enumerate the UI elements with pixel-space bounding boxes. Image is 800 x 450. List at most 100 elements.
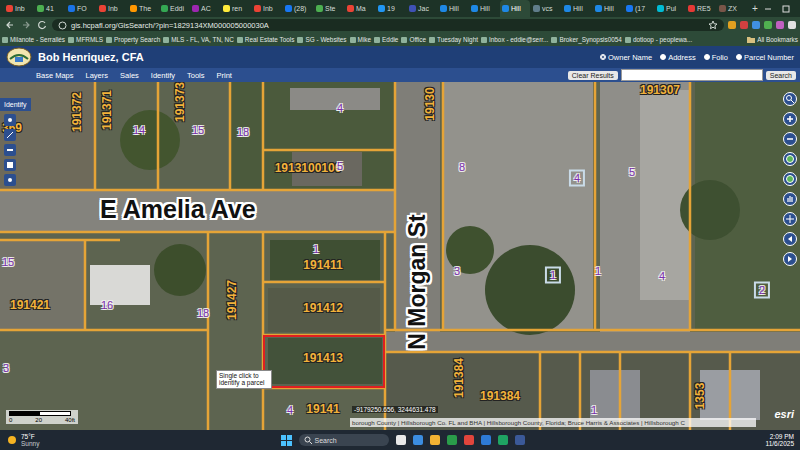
- browser-tab[interactable]: Hill: [469, 0, 499, 17]
- parcel-label[interactable]: 3: [3, 363, 9, 374]
- parcel-label[interactable]: 191384: [453, 358, 465, 398]
- address-bar[interactable]: gis.hcpafl.org/GisSearch/?pin=1829134XM0…: [52, 19, 724, 31]
- browser-tab[interactable]: 41: [35, 0, 65, 17]
- bookmark[interactable]: Eddie: [374, 36, 398, 43]
- extension-icon[interactable]: [776, 21, 784, 29]
- parcel-label[interactable]: 15: [192, 125, 204, 136]
- map-tool-button[interactable]: [783, 232, 797, 246]
- bookmark[interactable]: Broker_Synopsis0054: [551, 36, 622, 43]
- bookmark[interactable]: SG - Websites: [297, 36, 346, 43]
- weather-widget[interactable]: 75°F Sunny: [6, 433, 39, 447]
- clock[interactable]: 2:09 PM 11/6/2025: [766, 433, 794, 447]
- parcel-label[interactable]: 191384: [480, 390, 520, 402]
- windows-start-icon[interactable]: [281, 435, 292, 446]
- parcel-label[interactable]: 1: [313, 244, 319, 255]
- parcel-label[interactable]: 18: [237, 127, 249, 138]
- search-button[interactable]: Search: [766, 71, 796, 80]
- parcel-label[interactable]: 5: [337, 161, 343, 172]
- parcel-label[interactable]: 191307: [640, 84, 680, 96]
- draw-tool-button[interactable]: [4, 174, 16, 186]
- bookmark[interactable]: Office: [401, 36, 426, 43]
- browser-tab[interactable]: Hill: [593, 0, 623, 17]
- reload-icon[interactable]: [36, 19, 48, 31]
- browser-tab[interactable]: The: [128, 0, 158, 17]
- extension-icon[interactable]: [728, 21, 736, 29]
- bookmark[interactable]: Inbox - eddie@serr...: [481, 36, 548, 43]
- extension-icon[interactable]: [788, 21, 796, 29]
- browser-tab[interactable]: Jac: [407, 0, 437, 17]
- taskbar-app-icon[interactable]: [481, 435, 491, 445]
- new-tab-button[interactable]: +: [748, 0, 762, 17]
- clear-results-button[interactable]: Clear Results: [568, 71, 618, 80]
- taskbar-app-icon[interactable]: [464, 435, 474, 445]
- draw-tool-button[interactable]: [4, 129, 16, 141]
- minimize-icon[interactable]: [763, 4, 773, 14]
- search-type-radio[interactable]: Address: [660, 53, 696, 62]
- search-type-radio[interactable]: Folio: [704, 53, 728, 62]
- parcel-label[interactable]: 191413: [303, 352, 343, 364]
- parcel-label[interactable]: 1: [545, 267, 561, 284]
- search-input[interactable]: [621, 69, 763, 81]
- draw-tool-button[interactable]: [4, 159, 16, 171]
- browser-tab[interactable]: vcs: [531, 0, 561, 17]
- parcel-label[interactable]: 3: [454, 266, 460, 277]
- parcel-label[interactable]: 191371: [101, 90, 113, 130]
- forward-arrow-icon[interactable]: [20, 19, 32, 31]
- browser-tab[interactable]: 19: [376, 0, 406, 17]
- menu-item[interactable]: Identify: [151, 71, 175, 80]
- maximize-icon[interactable]: [781, 4, 791, 14]
- parcel-label[interactable]: 191427: [226, 280, 238, 320]
- browser-tab[interactable]: Inb: [97, 0, 127, 17]
- parcel-label[interactable]: 4: [287, 405, 293, 416]
- all-bookmarks[interactable]: All Bookmarks: [747, 36, 798, 43]
- menu-item[interactable]: Sales: [120, 71, 139, 80]
- parcel-label[interactable]: 15: [2, 257, 14, 268]
- browser-tab[interactable]: ren: [221, 0, 251, 17]
- bookmark[interactable]: dotloop - peoplewa...: [625, 36, 692, 43]
- browser-tab[interactable]: ZX: [717, 0, 747, 17]
- parcel-label[interactable]: 191372: [71, 92, 83, 132]
- map-tool-button[interactable]: [783, 212, 797, 226]
- menu-item[interactable]: Tools: [187, 71, 205, 80]
- map-tool-button[interactable]: [783, 132, 797, 146]
- browser-tab[interactable]: RE5: [686, 0, 716, 17]
- map-tool-button[interactable]: [783, 252, 797, 266]
- browser-tab[interactable]: Hill: [562, 0, 592, 17]
- parcel-label[interactable]: 1913100100: [275, 162, 342, 174]
- parcel-label[interactable]: 191412: [303, 302, 343, 314]
- map-tool-button[interactable]: [783, 152, 797, 166]
- parcel-label[interactable]: 5: [629, 167, 635, 178]
- parcel-label[interactable]: 191373: [174, 82, 186, 122]
- parcel-label[interactable]: 8: [459, 162, 465, 173]
- taskbar-app-icon[interactable]: [447, 435, 457, 445]
- extension-icon[interactable]: [764, 21, 772, 29]
- browser-tab[interactable]: Hill: [438, 0, 468, 17]
- parcel-label[interactable]: 19141: [306, 403, 339, 415]
- browser-tab[interactable]: Inb: [252, 0, 282, 17]
- browser-tab[interactable]: FO: [66, 0, 96, 17]
- draw-tool-button[interactable]: [4, 114, 16, 126]
- browser-tab[interactable]: Pul: [655, 0, 685, 17]
- parcel-label[interactable]: 2: [754, 282, 770, 299]
- parcel-label[interactable]: 14: [133, 125, 145, 136]
- map[interactable]: 1913711913731913723691415184191310010051…: [0, 82, 800, 430]
- map-tool-button[interactable]: [783, 192, 797, 206]
- parcel-label[interactable]: 191421: [10, 299, 50, 311]
- taskbar-search[interactable]: Search: [299, 434, 389, 446]
- site-info-icon[interactable]: [58, 21, 67, 30]
- menu-item[interactable]: Print: [217, 71, 232, 80]
- bookmark[interactable]: Real Estate Tools: [237, 36, 295, 43]
- parcel-label[interactable]: 1: [591, 405, 597, 416]
- parcel-label[interactable]: 18: [197, 308, 209, 319]
- browser-tab[interactable]: (28): [283, 0, 313, 17]
- parcel-label[interactable]: 19130: [424, 87, 436, 120]
- menu-item[interactable]: Base Maps: [36, 71, 74, 80]
- bookmark-star-icon[interactable]: [708, 20, 718, 30]
- parcel-label[interactable]: 1: [595, 266, 601, 277]
- taskbar-app-icon[interactable]: [498, 435, 508, 445]
- identify-button[interactable]: Identify: [0, 98, 31, 111]
- browser-tab[interactable]: Ste: [314, 0, 344, 17]
- map-tool-button[interactable]: [783, 112, 797, 126]
- browser-tab[interactable]: Hill: [500, 0, 530, 17]
- browser-tab[interactable]: Eddi: [159, 0, 189, 17]
